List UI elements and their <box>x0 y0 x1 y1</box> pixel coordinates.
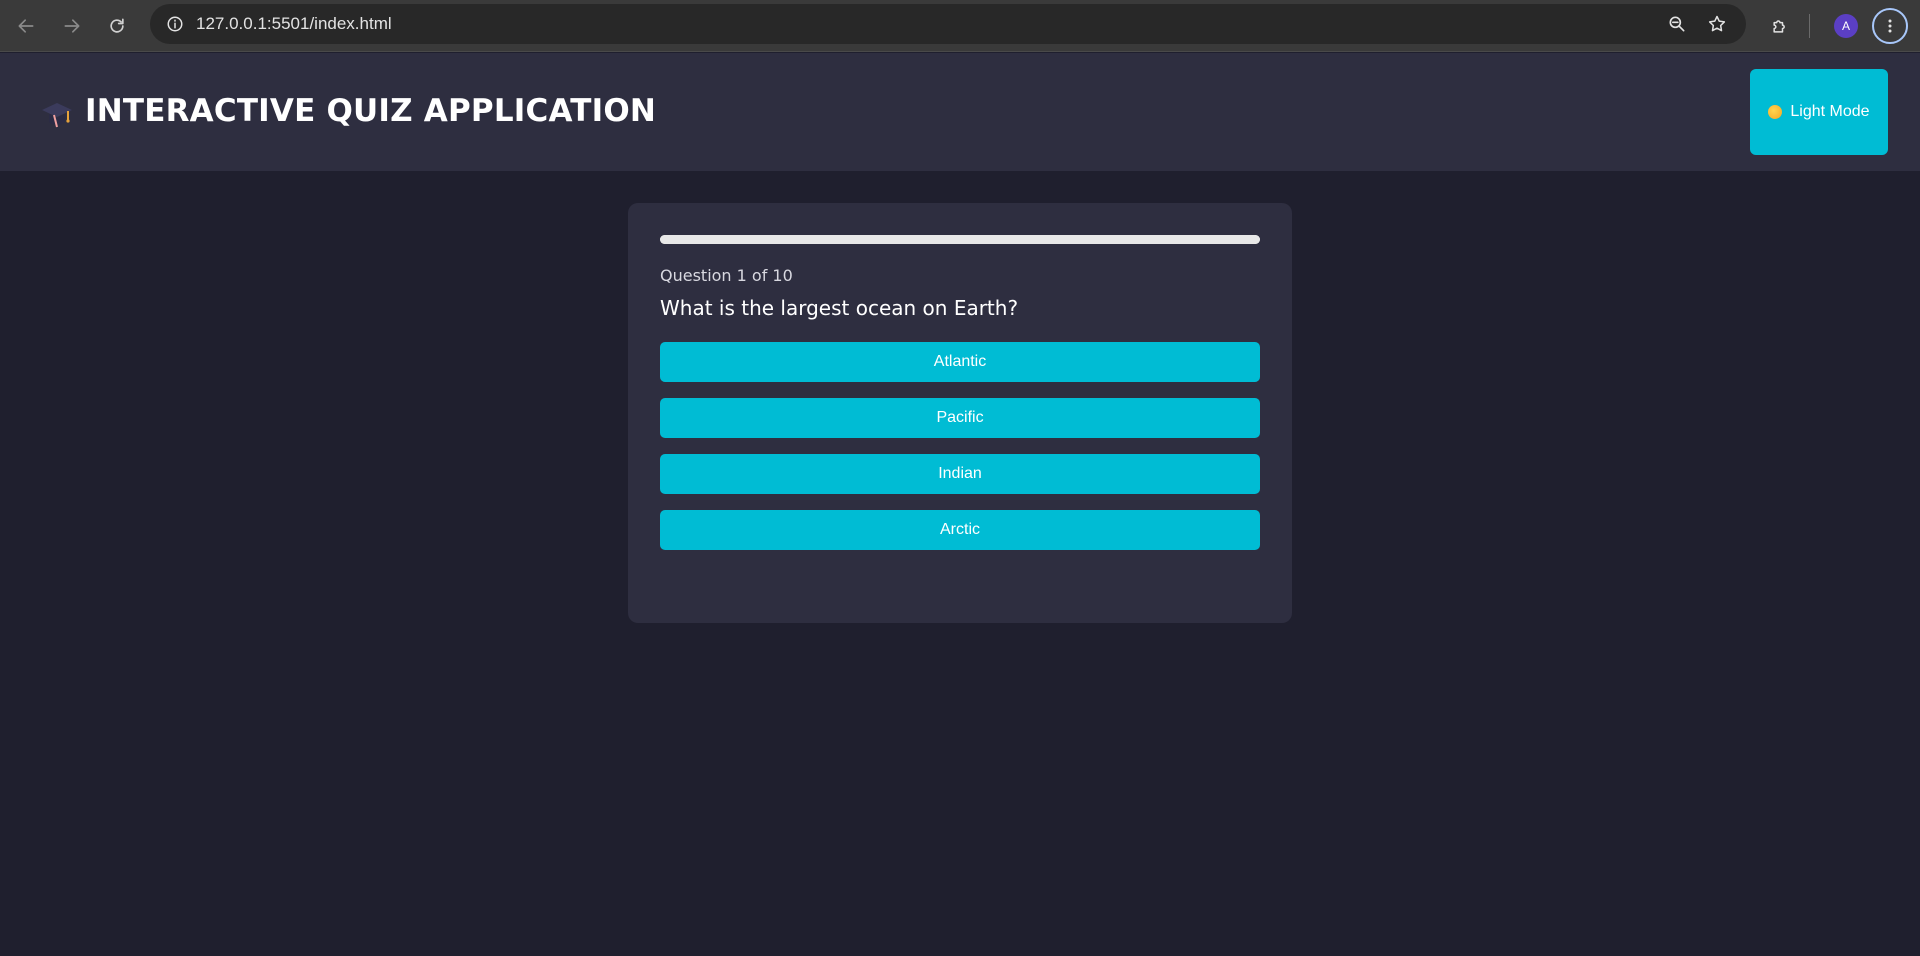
bookmark-button[interactable] <box>1704 11 1730 37</box>
puzzle-icon <box>1773 20 1785 33</box>
url-text[interactable]: 127.0.0.1:5501/index.html <box>196 4 392 44</box>
theme-toggle-button[interactable]: Light Mode <box>1750 69 1888 155</box>
quiz-card: Question 1 of 10 What is the largest oce… <box>628 203 1292 623</box>
app-header: INTERACTIVE QUIZ APPLICATION Light Mode <box>0 53 1920 171</box>
reload-icon <box>110 18 124 33</box>
profile-button[interactable]: A <box>1828 8 1864 44</box>
answer-option-pacific[interactable]: Pacific <box>660 398 1260 438</box>
answer-options: Atlantic Pacific Indian Arctic <box>660 342 1260 566</box>
sun-icon <box>1768 105 1783 119</box>
progress-fill <box>660 235 1260 244</box>
question-counter: Question 1 of 10 <box>660 266 793 285</box>
arrow-left-icon <box>18 19 34 33</box>
toolbar-divider <box>1809 14 1810 38</box>
extensions-button[interactable] <box>1762 8 1798 44</box>
browser-toolbar: 127.0.0.1:5501/index.html A <box>0 0 1920 52</box>
progress-bar <box>660 235 1260 244</box>
answer-option-arctic[interactable]: Arctic <box>660 510 1260 550</box>
answer-option-indian[interactable]: Indian <box>660 454 1260 494</box>
more-vertical-icon <box>1888 19 1892 33</box>
avatar: A <box>1834 14 1858 38</box>
question-text: What is the largest ocean on Earth? <box>660 296 1019 320</box>
address-bar[interactable]: 127.0.0.1:5501/index.html <box>150 4 1746 44</box>
arrow-right-icon <box>64 19 80 33</box>
star-icon <box>1708 15 1726 32</box>
zoom-out-icon <box>1669 16 1685 32</box>
page-title: INTERACTIVE QUIZ APPLICATION <box>85 93 657 129</box>
browser-menu-button[interactable] <box>1872 8 1908 44</box>
graduation-cap-icon <box>42 103 72 128</box>
info-icon <box>167 16 183 32</box>
theme-toggle-label: Light Mode <box>1790 103 1870 120</box>
zoom-button[interactable] <box>1664 11 1690 37</box>
reload-button[interactable] <box>99 8 135 44</box>
back-button[interactable] <box>8 8 44 44</box>
forward-button[interactable] <box>54 8 90 44</box>
site-info-button[interactable] <box>162 11 188 37</box>
answer-option-atlantic[interactable]: Atlantic <box>660 342 1260 382</box>
